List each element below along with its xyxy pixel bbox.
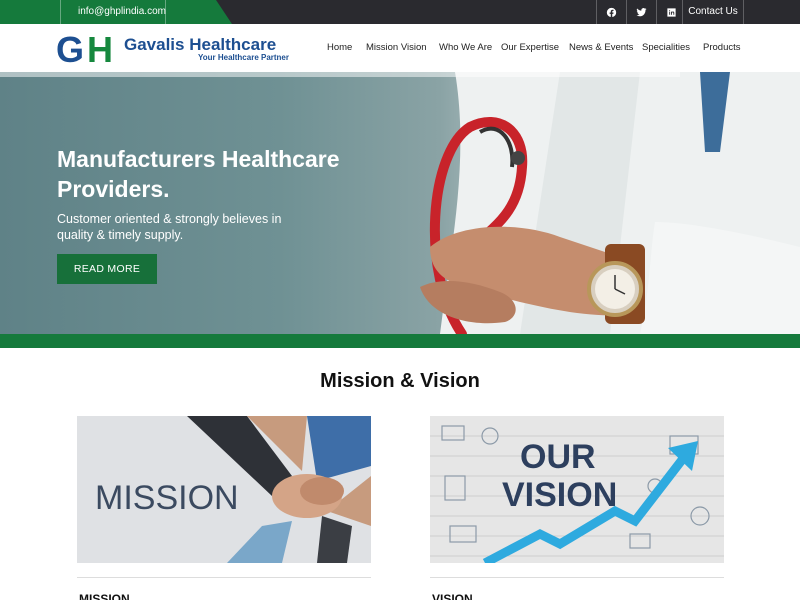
vision-image-text-vision: VISION [502,476,617,514]
site-header: G H Gavalis Healthcare Your Healthcare P… [0,24,800,72]
nav-news-events[interactable]: News & Events [569,24,633,72]
nav-products[interactable]: Products [703,24,741,72]
brand-logo[interactable]: G H Gavalis Healthcare Your Healthcare P… [56,30,296,66]
hero-subtitle: Customer oriented & strongly believes in… [57,212,282,242]
svg-text:H: H [87,32,113,66]
top-bar: info@ghplindia.com Contact Us [0,0,800,24]
contact-us-link[interactable]: Contact Us [682,0,744,24]
mission-heading: MISSION [79,592,130,600]
vision-image[interactable]: OUR VISION [430,416,724,563]
hero-top-strip [0,72,680,77]
linkedin-icon [667,7,676,17]
nav-home[interactable]: Home [327,24,352,72]
section-title: Mission & Vision [320,370,480,392]
vision-divider [430,577,724,578]
gh-logo-mark: G H [56,32,113,66]
mission-image-text: MISSION [95,479,239,517]
hero-title: Manufacturers Healthcare Providers. [57,146,340,202]
svg-text:G: G [56,32,84,66]
facebook-link[interactable] [596,0,626,24]
nav-mission-vision[interactable]: Mission Vision [366,24,427,72]
email-link[interactable]: info@ghplindia.com [60,0,166,24]
vision-illustration: OUR VISION [430,416,724,563]
twitter-link[interactable] [626,0,656,24]
brand-name: Gavalis Healthcare [124,35,277,54]
hero-bottom-band [0,334,800,348]
mission-divider [77,577,371,578]
brand-tagline: Your Healthcare Partner [198,53,289,62]
nav-our-expertise[interactable]: Our Expertise [501,24,559,72]
nav-who-we-are[interactable]: Who We Are [439,24,492,72]
facebook-icon [606,7,617,17]
read-more-button[interactable]: READ MORE [57,254,157,284]
nav-specialities[interactable]: Specialities [642,24,690,72]
vision-image-text-our: OUR [520,438,596,476]
mission-illustration: MISSION [77,416,371,563]
hero-banner: Manufacturers Healthcare Providers. Cust… [0,72,800,334]
twitter-icon [636,7,647,16]
mission-image[interactable]: MISSION [77,416,371,563]
vision-heading: VISION [432,592,473,600]
